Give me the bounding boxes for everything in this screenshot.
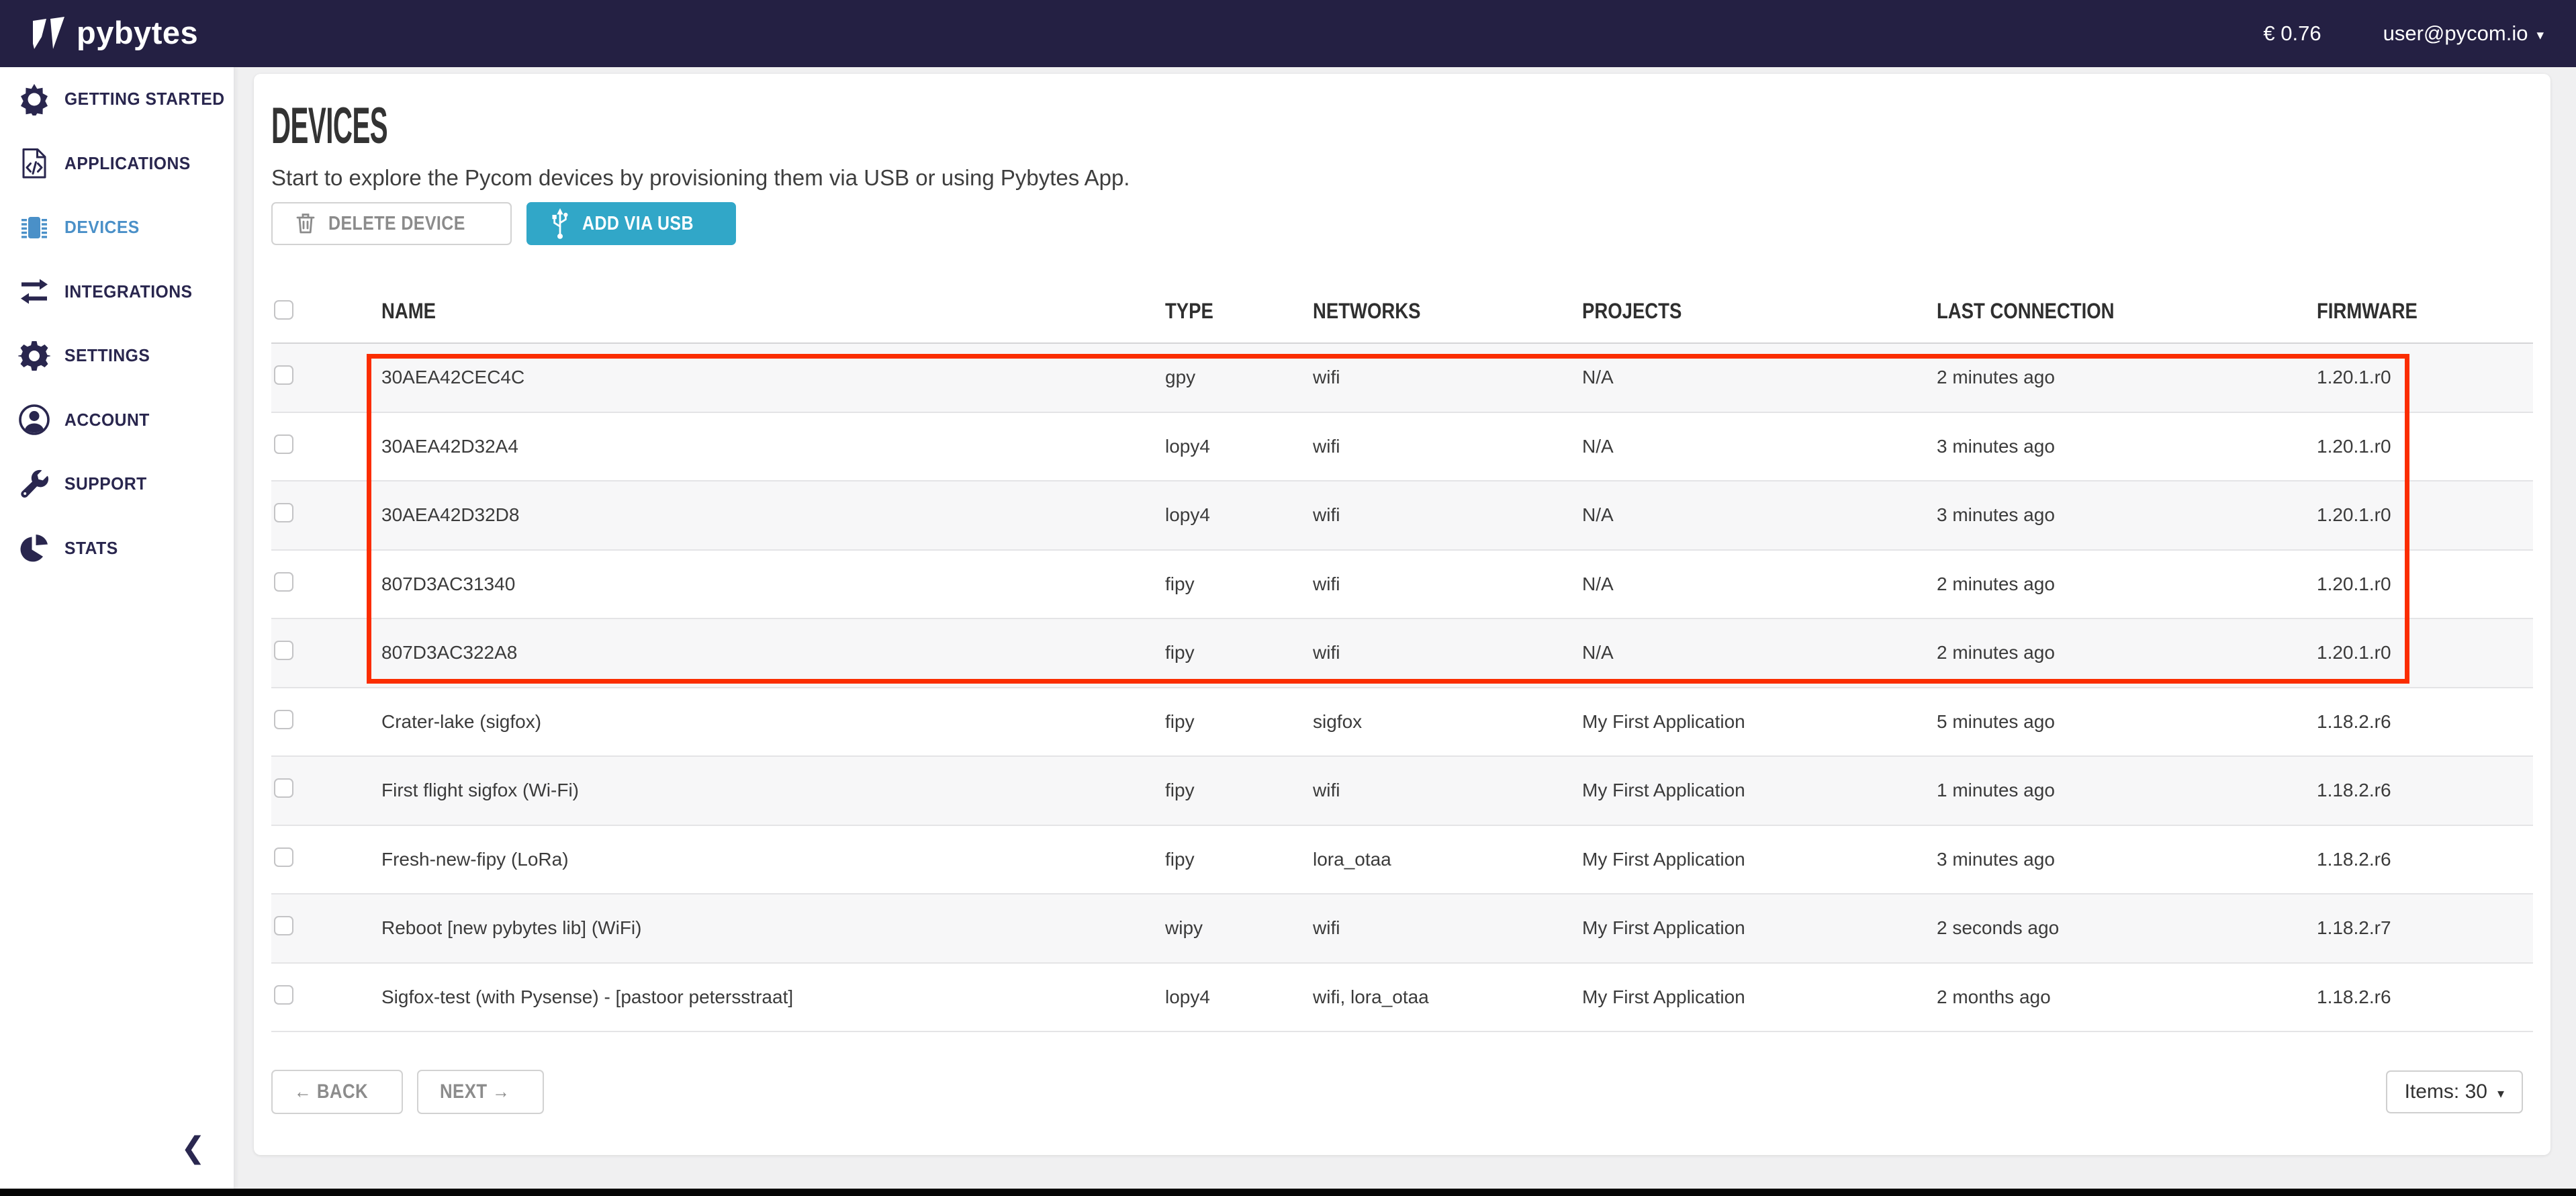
next-button[interactable]: NEXT → — [417, 1070, 544, 1114]
chip-icon — [18, 212, 50, 244]
trash-icon — [295, 212, 316, 235]
table-row[interactable]: 807D3AC322A8 fipy wifi N/A 2 minutes ago… — [271, 619, 2533, 688]
table-header: NAME TYPE NETWORKS PROJECTS LAST CONNECT… — [271, 280, 2533, 344]
sidebar-item-stats[interactable]: STATS — [0, 516, 234, 581]
column-header-type[interactable]: TYPE — [1165, 299, 1313, 324]
sidebar-nav: GETTING STARTED APPLICATIONS DEVICES INT… — [0, 67, 234, 580]
devices-table: NAME TYPE NETWORKS PROJECTS LAST CONNECT… — [271, 280, 2533, 1032]
table-row[interactable]: 807D3AC31340 fipy wifi N/A 2 minutes ago… — [271, 551, 2533, 620]
back-button[interactable]: ← BACK — [271, 1070, 403, 1114]
account-email: user@pycom.io — [2383, 21, 2528, 46]
account-menu[interactable]: user@pycom.io ▾ — [2383, 21, 2544, 46]
caret-down-icon: ▾ — [2536, 27, 2544, 44]
row-checkbox[interactable] — [274, 778, 293, 798]
row-checkbox[interactable] — [274, 641, 293, 660]
sidebar-item-getting-started[interactable]: GETTING STARTED — [0, 67, 234, 132]
sun-gear-icon — [18, 83, 50, 116]
balance[interactable]: € 0.76 — [2263, 21, 2321, 46]
table-body: 30AEA42CEC4C gpy wifi N/A 2 minutes ago … — [271, 344, 2533, 1032]
column-header-projects[interactable]: PROJECTS — [1582, 299, 1937, 324]
page-title: DEVICES — [271, 103, 2533, 150]
table-row[interactable]: 30AEA42D32D8 lopy4 wifi N/A 3 minutes ag… — [271, 481, 2533, 551]
sidebar: GETTING STARTED APPLICATIONS DEVICES INT… — [0, 67, 234, 1189]
wrench-icon — [18, 468, 50, 500]
gear-icon — [18, 340, 50, 372]
row-checkbox[interactable] — [274, 916, 293, 935]
brand[interactable]: pybytes — [32, 16, 198, 51]
pie-chart-icon — [18, 532, 50, 564]
row-checkbox[interactable] — [274, 434, 293, 454]
toolbar: DELETE DEVICE ADD VIA USB — [271, 202, 2533, 245]
table-row[interactable]: 30AEA42CEC4C gpy wifi N/A 2 minutes ago … — [271, 344, 2533, 413]
sidebar-collapse-button[interactable]: ❮ — [181, 1134, 205, 1163]
usb-icon — [551, 208, 569, 239]
table-row[interactable]: Crater-lake (sigfox) fipy sigfox My Firs… — [271, 688, 2533, 757]
column-header-last-connection[interactable]: LAST CONNECTION — [1937, 299, 2317, 324]
row-checkbox[interactable] — [274, 503, 293, 522]
logo-text: pybytes — [77, 14, 198, 51]
row-checkbox[interactable] — [274, 985, 293, 1005]
delete-device-button[interactable]: DELETE DEVICE — [271, 202, 512, 245]
column-header-networks[interactable]: NETWORKS — [1313, 299, 1582, 324]
sidebar-item-integrations[interactable]: INTEGRATIONS — [0, 260, 234, 324]
pagination: ← BACK NEXT → Items: 30 ▾ — [271, 1070, 2533, 1114]
page-subtitle: Start to explore the Pycom devices by pr… — [271, 165, 2533, 191]
table-row[interactable]: Sigfox-test (with Pysense) - [pastoor pe… — [271, 964, 2533, 1033]
sidebar-item-account[interactable]: ACCOUNT — [0, 388, 234, 453]
column-header-firmware[interactable]: FIRMWARE — [2317, 299, 2533, 324]
sidebar-item-support[interactable]: SUPPORT — [0, 452, 234, 516]
add-via-usb-button[interactable]: ADD VIA USB — [526, 202, 736, 245]
devices-card: DEVICES Start to explore the Pycom devic… — [254, 74, 2550, 1155]
column-header-name[interactable]: NAME — [381, 299, 1165, 324]
row-checkbox[interactable] — [274, 847, 293, 867]
caret-down-icon: ▾ — [2497, 1085, 2504, 1102]
pycom-logo-icon — [32, 16, 66, 51]
table-row[interactable]: 30AEA42D32A4 lopy4 wifi N/A 3 minutes ag… — [271, 413, 2533, 482]
items-per-page-dropdown[interactable]: Items: 30 ▾ — [2386, 1070, 2523, 1113]
main-content: DEVICES Start to explore the Pycom devic… — [234, 67, 2576, 1189]
sidebar-item-applications[interactable]: APPLICATIONS — [0, 132, 234, 196]
row-checkbox[interactable] — [274, 572, 293, 592]
sidebar-item-devices[interactable]: DEVICES — [0, 195, 234, 260]
code-file-icon — [18, 147, 50, 179]
user-circle-icon — [18, 404, 50, 436]
swap-arrows-icon — [18, 275, 50, 308]
row-checkbox[interactable] — [274, 365, 293, 385]
screen-bottom-edge — [0, 1189, 2576, 1196]
select-all-checkbox[interactable] — [274, 300, 293, 320]
sidebar-item-settings[interactable]: SETTINGS — [0, 324, 234, 388]
top-bar: pybytes € 0.76 user@pycom.io ▾ — [0, 0, 2576, 67]
table-row[interactable]: First flight sigfox (Wi-Fi) fipy wifi My… — [271, 757, 2533, 826]
row-checkbox[interactable] — [274, 710, 293, 729]
table-row[interactable]: Reboot [new pybytes lib] (WiFi) wipy wif… — [271, 894, 2533, 964]
table-row[interactable]: Fresh-new-fipy (LoRa) fipy lora_otaa My … — [271, 826, 2533, 895]
